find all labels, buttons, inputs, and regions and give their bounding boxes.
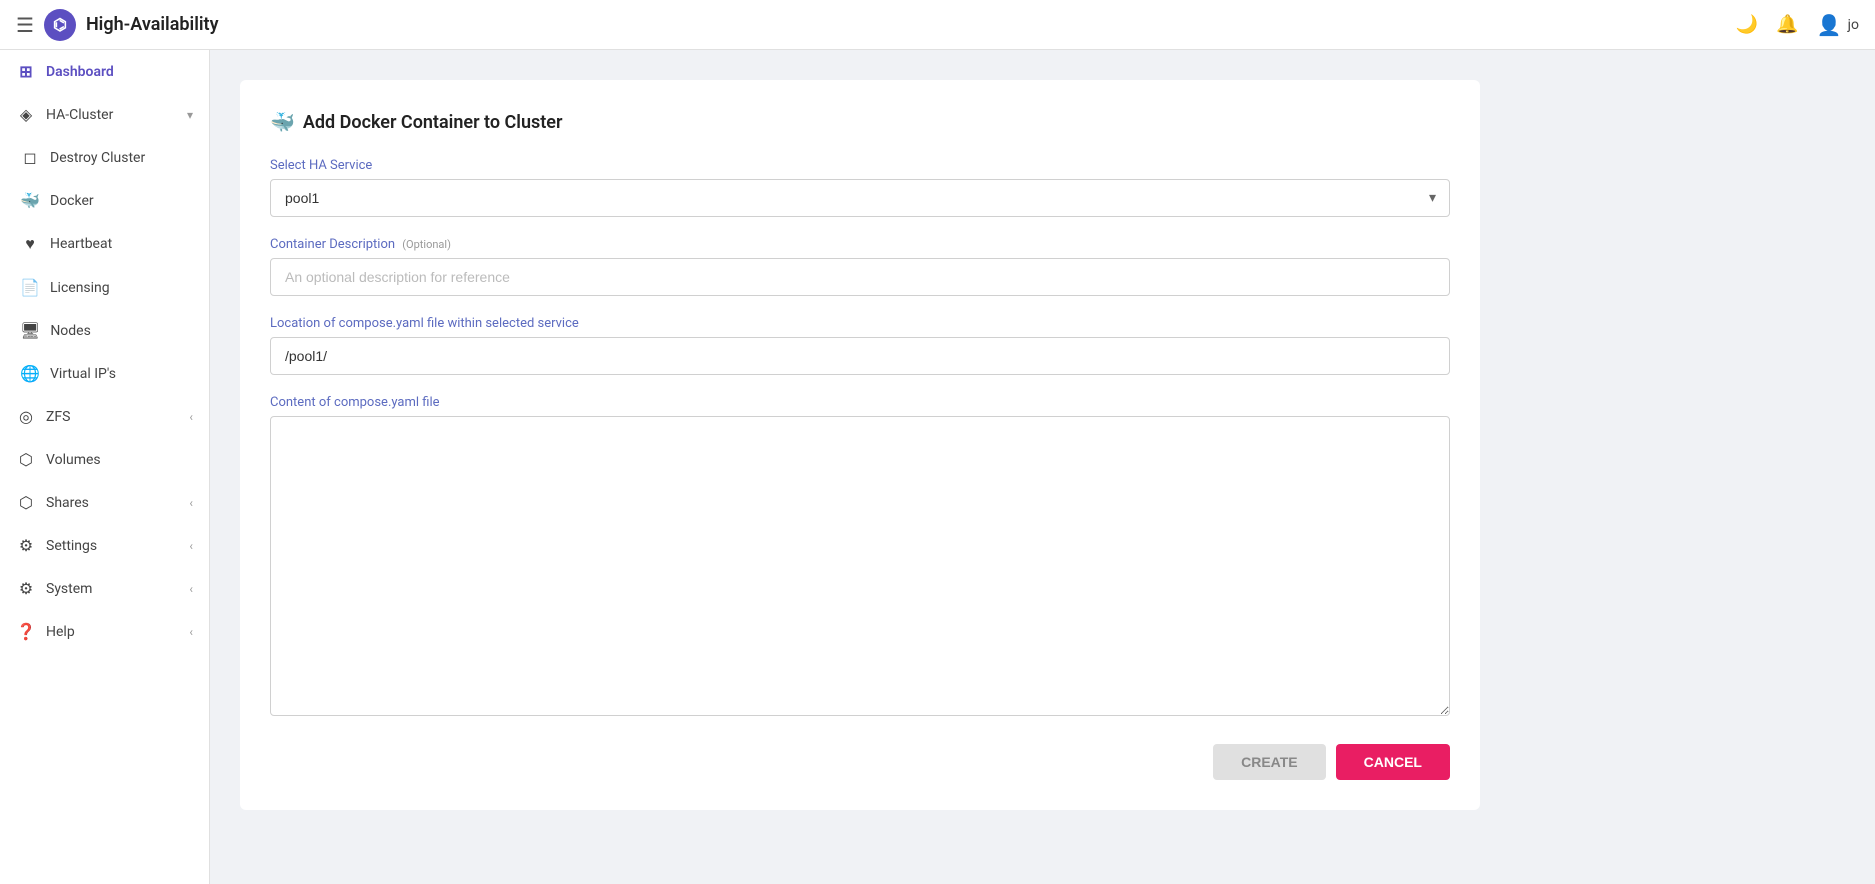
zfs-icon: ◎	[16, 407, 36, 426]
location-group: Location of compose.yaml file within sel…	[270, 316, 1450, 375]
sidebar-item-zfs[interactable]: ◎ ZFS ‹	[0, 395, 209, 438]
sidebar-item-licensing[interactable]: 📄 Licensing	[0, 266, 209, 309]
select-ha-service-group: Select HA Service pool1 pool2	[270, 158, 1450, 217]
content-group: Content of compose.yaml file	[270, 395, 1450, 720]
chevron-down-icon: ▾	[187, 108, 193, 122]
sidebar-label-licensing: Licensing	[50, 280, 193, 296]
theme-toggle-icon[interactable]: 🌙	[1736, 14, 1758, 35]
select-ha-service-label: Select HA Service	[270, 158, 1450, 173]
topbar-actions: 🌙 🔔 👤 jo	[1736, 13, 1859, 37]
content-label: Content of compose.yaml file	[270, 395, 1450, 410]
sidebar-item-heartbeat[interactable]: ♥ Heartbeat	[0, 222, 209, 266]
sidebar-label-destroy-cluster: Destroy Cluster	[50, 150, 193, 166]
sidebar-item-help[interactable]: ❓ Help ‹	[0, 610, 209, 653]
help-chevron-icon: ‹	[189, 625, 193, 639]
sidebar-label-shares: Shares	[46, 495, 179, 511]
compose-yaml-textarea[interactable]	[270, 416, 1450, 716]
app-logo: ⌬	[44, 9, 76, 41]
form-title: 🐳 Add Docker Container to Cluster	[270, 110, 1450, 134]
sidebar-item-ha-cluster[interactable]: ◈ HA-Cluster ▾	[0, 93, 209, 136]
zfs-chevron-icon: ‹	[189, 410, 193, 424]
sidebar-item-volumes[interactable]: ⬡ Volumes	[0, 438, 209, 481]
user-label: jo	[1848, 17, 1859, 33]
layout: ⊞ Dashboard ◈ HA-Cluster ▾ ◻ Destroy Clu…	[0, 50, 1875, 884]
virtual-ips-icon: 🌐	[20, 364, 40, 383]
sidebar-label-nodes: Nodes	[50, 323, 193, 339]
sidebar-item-settings[interactable]: ⚙ Settings ‹	[0, 524, 209, 567]
system-icon: ⚙	[16, 579, 36, 598]
dashboard-icon: ⊞	[16, 62, 36, 81]
user-menu[interactable]: 👤 jo	[1817, 13, 1859, 37]
system-chevron-icon: ‹	[189, 582, 193, 596]
destroy-cluster-icon: ◻	[20, 148, 40, 167]
select-ha-service-wrapper: pool1 pool2	[270, 179, 1450, 217]
create-button[interactable]: CREATE	[1213, 744, 1326, 780]
sidebar-label-docker: Docker	[50, 193, 193, 209]
container-description-group: Container Description (Optional)	[270, 237, 1450, 296]
sidebar-label-virtual-ips: Virtual IP's	[50, 366, 193, 382]
container-description-label: Container Description (Optional)	[270, 237, 1450, 252]
settings-chevron-icon: ‹	[189, 539, 193, 553]
sidebar-item-destroy-cluster[interactable]: ◻ Destroy Cluster	[0, 136, 209, 179]
form-actions: CREATE CANCEL	[270, 744, 1450, 780]
sidebar-item-shares[interactable]: ⬡ Shares ‹	[0, 481, 209, 524]
user-avatar-icon: 👤	[1817, 13, 1842, 37]
form-title-icon: 🐳	[270, 110, 295, 134]
location-label: Location of compose.yaml file within sel…	[270, 316, 1450, 331]
sidebar-item-nodes[interactable]: 🖥 Nodes	[0, 309, 209, 352]
form-container: 🐳 Add Docker Container to Cluster Select…	[210, 50, 1510, 840]
docker-icon: 🐳	[20, 191, 40, 210]
sidebar-label-help: Help	[46, 624, 179, 640]
sidebar-label-zfs: ZFS	[46, 409, 179, 425]
add-docker-form: 🐳 Add Docker Container to Cluster Select…	[240, 80, 1480, 810]
sidebar-label-volumes: Volumes	[46, 452, 193, 468]
sidebar-item-dashboard[interactable]: ⊞ Dashboard	[0, 50, 209, 93]
sidebar-item-docker[interactable]: 🐳 Docker	[0, 179, 209, 222]
sidebar-label-settings: Settings	[46, 538, 179, 554]
location-input[interactable]	[270, 337, 1450, 375]
main-content: 🐳 Add Docker Container to Cluster Select…	[210, 50, 1875, 884]
cancel-button[interactable]: CANCEL	[1336, 744, 1450, 780]
menu-icon[interactable]: ☰	[16, 13, 34, 37]
ha-cluster-icon: ◈	[16, 105, 36, 124]
sidebar-label-dashboard: Dashboard	[46, 64, 193, 80]
container-description-input[interactable]	[270, 258, 1450, 296]
help-icon: ❓	[16, 622, 36, 641]
nodes-icon: 🖥	[20, 321, 40, 340]
sidebar-label-heartbeat: Heartbeat	[50, 236, 193, 252]
heartbeat-icon: ♥	[20, 234, 40, 254]
notifications-icon[interactable]: 🔔	[1776, 14, 1798, 35]
shares-chevron-icon: ‹	[189, 496, 193, 510]
topbar: ☰ ⌬ High-Availability 🌙 🔔 👤 jo	[0, 0, 1875, 50]
ha-service-select[interactable]: pool1 pool2	[270, 179, 1450, 217]
sidebar: ⊞ Dashboard ◈ HA-Cluster ▾ ◻ Destroy Clu…	[0, 50, 210, 884]
sidebar-label-system: System	[46, 581, 179, 597]
optional-badge: (Optional)	[402, 238, 451, 251]
sidebar-label-ha-cluster: HA-Cluster	[46, 107, 177, 123]
sidebar-item-system[interactable]: ⚙ System ‹	[0, 567, 209, 610]
licensing-icon: 📄	[20, 278, 40, 297]
sidebar-item-virtual-ips[interactable]: 🌐 Virtual IP's	[0, 352, 209, 395]
app-title: High-Availability	[86, 14, 1726, 35]
shares-icon: ⬡	[16, 493, 36, 512]
volumes-icon: ⬡	[16, 450, 36, 469]
settings-icon: ⚙	[16, 536, 36, 555]
